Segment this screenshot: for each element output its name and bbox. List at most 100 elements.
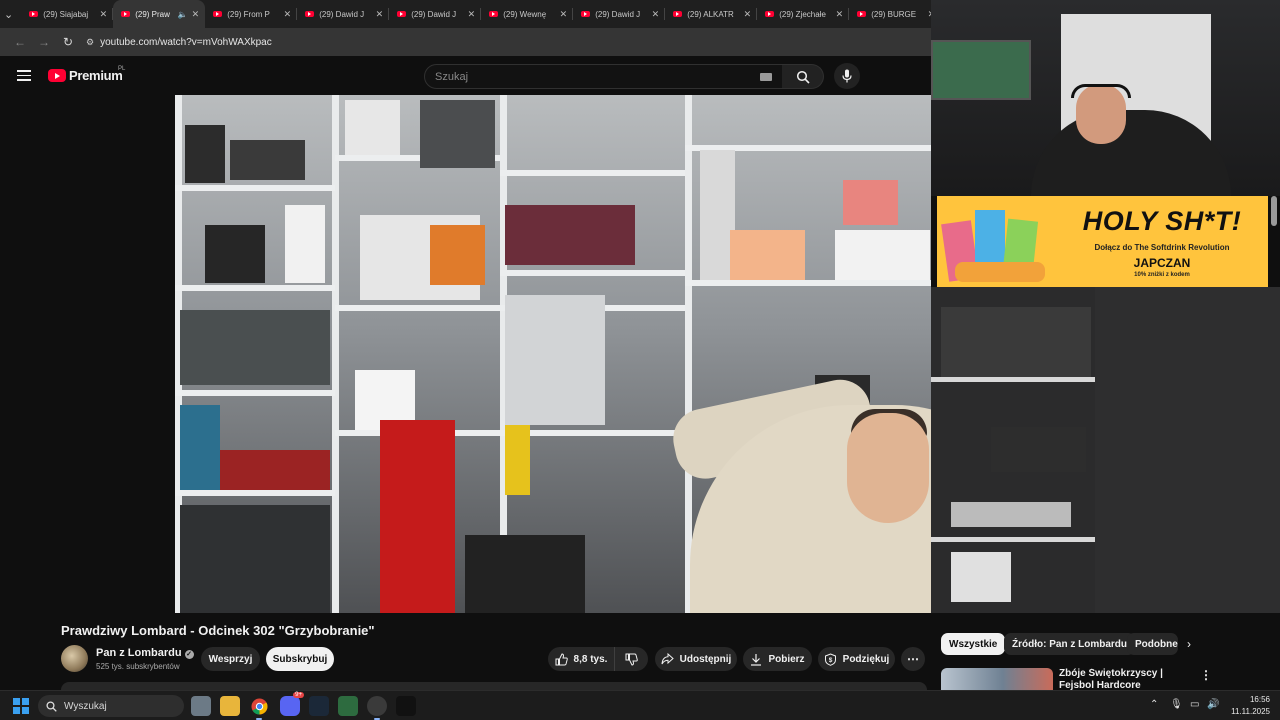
dislike-button[interactable] [615,653,648,666]
browser-tab[interactable]: (29) From P ✕ [205,0,298,28]
subscriber-count: 525 tys. subskrybentów [96,662,180,671]
like-count: 8,8 tys. [573,653,608,665]
site-info-icon[interactable]: ⚙ [86,37,94,48]
taskbar-search[interactable]: Wyszukaj [38,695,184,717]
download-button[interactable]: Pobierz [743,647,812,671]
chrome-logo [251,698,267,714]
share-button[interactable]: Udostępnij [655,647,737,671]
back-icon[interactable]: ← [8,35,32,49]
browser-tab[interactable]: (29) Dawid J ✕ [297,0,390,28]
pink-box [843,180,898,225]
sponsor-subtitle: Dołącz do The Softdrink Revolution [1094,243,1230,252]
channel-name[interactable]: Pan z Lombardu ✓ [96,647,194,659]
chrome-icon[interactable] [249,696,269,720]
tab-title: (29) ALKATR [687,9,734,19]
shelf-board [175,390,335,396]
browser-tab[interactable]: (29) Dawid J ✕ [389,0,482,28]
channel-name-text[interactable]: Pan z Lombardu [96,647,182,659]
search-input[interactable] [425,70,760,83]
shelf-post [685,95,692,613]
browser-tab[interactable]: (29) BURGE✕ [849,0,942,28]
box-item [505,295,605,425]
clock[interactable]: 16:56 11.11.2025 [1222,694,1270,718]
taskbar: Wyszukaj 9+ ⌃ 🎙 ▭ 🔊 16:56 11.11.2025 [0,690,1280,720]
close-icon[interactable]: ✕ [836,9,844,20]
scrollbar-thumb[interactable] [1271,196,1277,226]
dark-case [465,535,585,613]
steam-icon[interactable] [309,696,329,716]
like-button[interactable]: 8,8 tys. [548,647,615,671]
capcut-icon[interactable] [396,696,416,716]
video-player[interactable] [175,95,931,613]
person-head [847,413,929,523]
tab-title: (29) Dawid J [411,9,457,19]
close-icon[interactable]: ✕ [100,9,108,20]
browser-tab[interactable]: (29) ALKATR ✕ [665,0,758,28]
keyboard-icon[interactable] [760,72,772,81]
reload-icon[interactable]: ↻ [56,35,80,49]
youtube-logo[interactable]: Premium [48,68,123,83]
voice-search-button[interactable] [834,63,860,89]
browser-tab[interactable]: (29) Wewnę ✕ [481,0,574,28]
super-thanks-icon: $ [824,652,836,666]
browser-tab[interactable]: (29) Praw 🔈 ✕ [113,0,206,28]
microphone-icon[interactable]: 🎙 [1170,699,1183,710]
discord-icon[interactable]: 9+ [280,692,304,716]
search-icon [796,70,810,84]
chevron-right-icon[interactable]: › [1187,637,1191,651]
like-dislike-group: 8,8 tys. [548,647,648,671]
shelf-post [332,95,339,613]
close-icon[interactable]: ✕ [376,9,384,20]
browser-tab[interactable]: (29) Dawid J ✕ [573,0,666,28]
compressor [180,505,330,613]
task-view-icon[interactable] [191,696,211,716]
close-icon[interactable]: ✕ [284,9,292,20]
url-text[interactable]: youtube.com/watch?v=mVohWAXkpac [100,37,272,48]
share-icon [661,653,674,665]
close-icon[interactable]: ✕ [744,9,752,20]
device-box [205,225,265,283]
chip-all[interactable]: Wszystkie [941,633,1006,655]
more-actions-button[interactable]: ⋯ [901,647,925,671]
shelf-board [175,185,335,191]
network-icon[interactable]: ▭ [1190,699,1199,710]
orange-device [430,225,485,285]
chip-related[interactable]: Podobne [1127,633,1178,655]
file-explorer-icon[interactable] [220,696,240,716]
address-bar: ← → ↻ ⚙ youtube.com/watch?v=mVohWAXkpac [0,28,931,56]
browser-tab[interactable]: (29) Zjechałe ✕ [757,0,850,28]
close-icon[interactable]: ✕ [192,9,200,20]
storage-box [180,310,330,385]
svg-text:$: $ [828,657,832,664]
description-box[interactable] [61,682,927,690]
forward-icon[interactable]: → [32,35,56,49]
volume-icon[interactable]: 🔊 [1207,699,1219,710]
channel-avatar[interactable] [61,645,88,672]
recommended-title[interactable]: Zbóje Świętokrzyscy | Fejsbol Hardcore [1059,668,1189,690]
search-button[interactable] [782,64,824,89]
join-button[interactable]: Wesprzyj [201,647,260,671]
excel-icon[interactable] [338,696,358,716]
tab-list: (29) Siajabaj ✕ (29) Praw 🔈 ✕ (29) From P ✕ (29… [21,0,942,28]
close-icon[interactable]: ✕ [468,9,476,20]
close-icon[interactable]: ✕ [652,9,660,20]
subscribe-button[interactable]: Subskrybuj [266,647,334,671]
speaker-icon[interactable]: 🔈 [178,10,188,19]
browser-tab[interactable]: (29) Siajabaj ✕ [21,0,114,28]
thanks-button[interactable]: $ Podziękuj [818,647,895,671]
obs-icon[interactable] [367,696,387,720]
chevron-up-icon[interactable]: ⌃ [1150,699,1158,710]
tab-search-button[interactable]: ⌄ [4,4,13,24]
chip-source-channel[interactable]: Źródło: Pan z Lombardu [1004,633,1135,655]
close-icon[interactable]: ✕ [560,9,568,20]
box-item [951,552,1011,602]
menu-icon[interactable] [17,70,31,81]
cd-stack [505,205,635,265]
download-label: Pobierz [768,653,805,665]
recommended-menu-icon[interactable]: ⋮ [1200,668,1212,682]
red-case [220,450,330,490]
microphone-icon [842,69,852,83]
recommended-thumbnail[interactable] [941,668,1053,690]
tab-title: (29) Zjechałe [779,9,826,19]
windows-start-icon[interactable] [13,698,29,714]
